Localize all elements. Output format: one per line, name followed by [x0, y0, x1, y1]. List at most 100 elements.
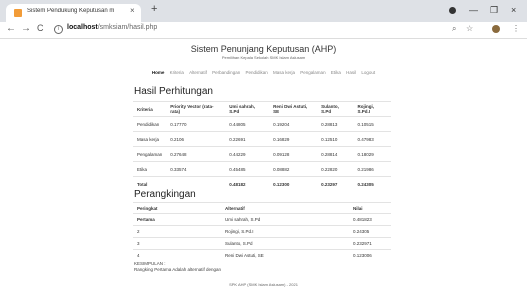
table-row: Pengalaman 0.27648 0.44229 0.09128 0.288… [133, 146, 391, 162]
nav-item-hasil[interactable]: Hasil [346, 70, 356, 75]
table-cell: 0.2106 [166, 131, 226, 147]
hasil-header-row: Kriteria Priority Vector (rata-rata) Umi… [133, 101, 391, 117]
table-cell: 0.45485 [225, 161, 270, 177]
page-subtitle: Pemilihan Kepala Sekolah SMK Islam Aslus… [221, 55, 306, 60]
table-row: Etika 0.33574 0.45485 0.08882 0.22820 0.… [133, 161, 391, 177]
new-tab-button[interactable]: + [151, 3, 157, 15]
table-cell: Masa kerja [133, 131, 167, 147]
table-cell: 2 [133, 225, 221, 238]
favicon-icon [14, 9, 22, 17]
table-cell: Reni Dwi Astuti, SE [221, 249, 349, 262]
profile-avatar[interactable] [492, 25, 500, 33]
ranking-col-header: Peringkat [133, 202, 221, 214]
table-cell: 4 [133, 249, 221, 262]
url-host: localhost [67, 24, 98, 31]
table-row: 4 Reni Dwi Astuti, SE 0.123006 [133, 249, 391, 262]
table-cell: 0.10515 [353, 116, 391, 132]
table-cell: 0.16829 [269, 131, 318, 147]
table-cell: 0.22691 [225, 131, 270, 147]
table-cell: 0.19204 [269, 116, 318, 132]
url-path: /smksiam/hasil.php [97, 24, 158, 31]
table-cell: 0.12510 [317, 131, 354, 147]
table-cell: 0.17770 [166, 116, 226, 132]
table-cell: Pendidikan [133, 116, 167, 132]
table-cell: Sulanto, S.Pd [221, 237, 349, 250]
table-cell: 0.08882 [269, 161, 318, 177]
table-row: Pertama Umi sahrah, S.Pd 0.481823 [133, 213, 391, 226]
table-cell: Pengalaman [133, 146, 167, 162]
table-cell: Etika [133, 161, 167, 177]
nav-item-kriteria[interactable]: Kriteria [170, 70, 184, 75]
table-cell: 0.22820 [317, 161, 354, 177]
hasil-col-header: Priority Vector (rata-rata) [166, 101, 226, 117]
conclusion-text: Rangking Pertama Adalah alternatif denga… [134, 267, 222, 272]
reload-button[interactable]: C [37, 23, 44, 33]
ranking-section-title: Perangkingan [134, 189, 196, 200]
hasil-col-header: Sulanto, S.Pd [317, 101, 354, 117]
table-cell: Umi sahrah, S.Pd [221, 213, 349, 226]
hasil-section-title: Hasil Perhitungan [134, 86, 213, 97]
table-cell: 0.18029 [353, 146, 391, 162]
table-row: 3 Sulanto, S.Pd 0.232971 [133, 237, 391, 250]
page-footer: SPK AHP (SMK Islam Aslusam) - 2021 [229, 282, 298, 287]
nav-item-etika[interactable]: Etika [331, 70, 341, 75]
address-bar[interactable]: localhost/smksiam/hasil.php [67, 24, 157, 31]
table-row: Masa kerja 0.2106 0.22691 0.16829 0.1251… [133, 131, 391, 147]
site-info-icon[interactable]: i [54, 25, 63, 34]
table-cell: Pertama [133, 213, 221, 226]
table-cell: 0.24305 [349, 225, 391, 238]
ranking-col-header: Alternatif [221, 202, 349, 214]
table-cell: 0.24305 [353, 176, 391, 192]
table-cell: 0.47983 [353, 131, 391, 147]
hasil-col-header: Reni Dwi Astuti, SE [269, 101, 318, 117]
table-cell: Rojingi, S.Pd.I [221, 225, 349, 238]
browser-menu-icon[interactable]: ⋮ [512, 24, 520, 33]
maximize-button[interactable]: ❐ [490, 5, 498, 16]
browser-tab[interactable]: Sistem Pendukung Keputusan m × [6, 4, 141, 22]
zoom-icon[interactable]: ⌕ [452, 24, 456, 34]
minimize-button[interactable]: — [469, 5, 478, 15]
page-title: Sistem Penunjang Keputusan (AHP) [190, 44, 337, 54]
hasil-col-header: Kriteria [133, 101, 167, 117]
ranking-table: Peringkat Alternatif Nilai Pertama Umi s… [133, 202, 391, 262]
nav-menu: Home Kriteria Alternatif Perbandingan Pe… [0, 70, 527, 75]
hasil-table: Kriteria Priority Vector (rata-rata) Umi… [133, 101, 391, 192]
table-cell: 0.33574 [166, 161, 226, 177]
table-cell: 0.123006 [349, 249, 391, 262]
nav-item-alternatif[interactable]: Alternatif [189, 70, 207, 75]
table-cell: 0.12300 [269, 176, 318, 192]
nav-item-logout[interactable]: Logout [361, 70, 375, 75]
table-cell: 0.44229 [225, 146, 270, 162]
ranking-header-row: Peringkat Alternatif Nilai [133, 202, 391, 214]
record-icon[interactable] [449, 7, 456, 14]
table-cell: 0.28813 [317, 116, 354, 132]
table-cell: 0.21986 [353, 161, 391, 177]
table-cell: 0.44805 [225, 116, 270, 132]
hasil-col-header: Rojingi, S.Pd.I [353, 101, 391, 117]
table-cell: 0.23297 [317, 176, 354, 192]
table-cell: 0.28814 [317, 146, 354, 162]
table-cell: 0.09128 [269, 146, 318, 162]
browser-tabstrip: Sistem Pendukung Keputusan m × + — ❐ × [0, 0, 527, 22]
table-cell: 0.481823 [349, 213, 391, 226]
tab-close-icon[interactable]: × [130, 6, 135, 15]
browser-toolbar: ← → C i localhost/smksiam/hasil.php ⌕ ☆ … [0, 22, 527, 39]
nav-item-home[interactable]: Home [152, 70, 165, 75]
table-cell: 0.232971 [349, 237, 391, 250]
bookmark-star-icon[interactable]: ☆ [466, 24, 473, 33]
forward-button[interactable]: → [21, 23, 31, 34]
nav-item-pendidikan[interactable]: Pendidikan [245, 70, 267, 75]
nav-item-perbandingan[interactable]: Perbandingan [212, 70, 240, 75]
conclusion: KESIMPULAN : Rangking Pertama Adalah alt… [134, 261, 221, 273]
table-cell: 3 [133, 237, 221, 250]
ranking-col-header: Nilai [349, 202, 391, 214]
table-row: Pendidikan 0.17770 0.44805 0.19204 0.288… [133, 116, 391, 132]
table-cell: 0.48182 [225, 176, 270, 192]
nav-item-masa-kerja[interactable]: Masa kerja [273, 70, 295, 75]
back-button[interactable]: ← [6, 23, 16, 34]
close-window-button[interactable]: × [511, 5, 516, 15]
tab-title: Sistem Pendukung Keputusan m [27, 8, 115, 14]
hasil-col-header: Umi sahrah, S.Pd [225, 101, 270, 117]
nav-item-pengalaman[interactable]: Pengalaman [300, 70, 325, 75]
table-cell: 0.27648 [166, 146, 226, 162]
